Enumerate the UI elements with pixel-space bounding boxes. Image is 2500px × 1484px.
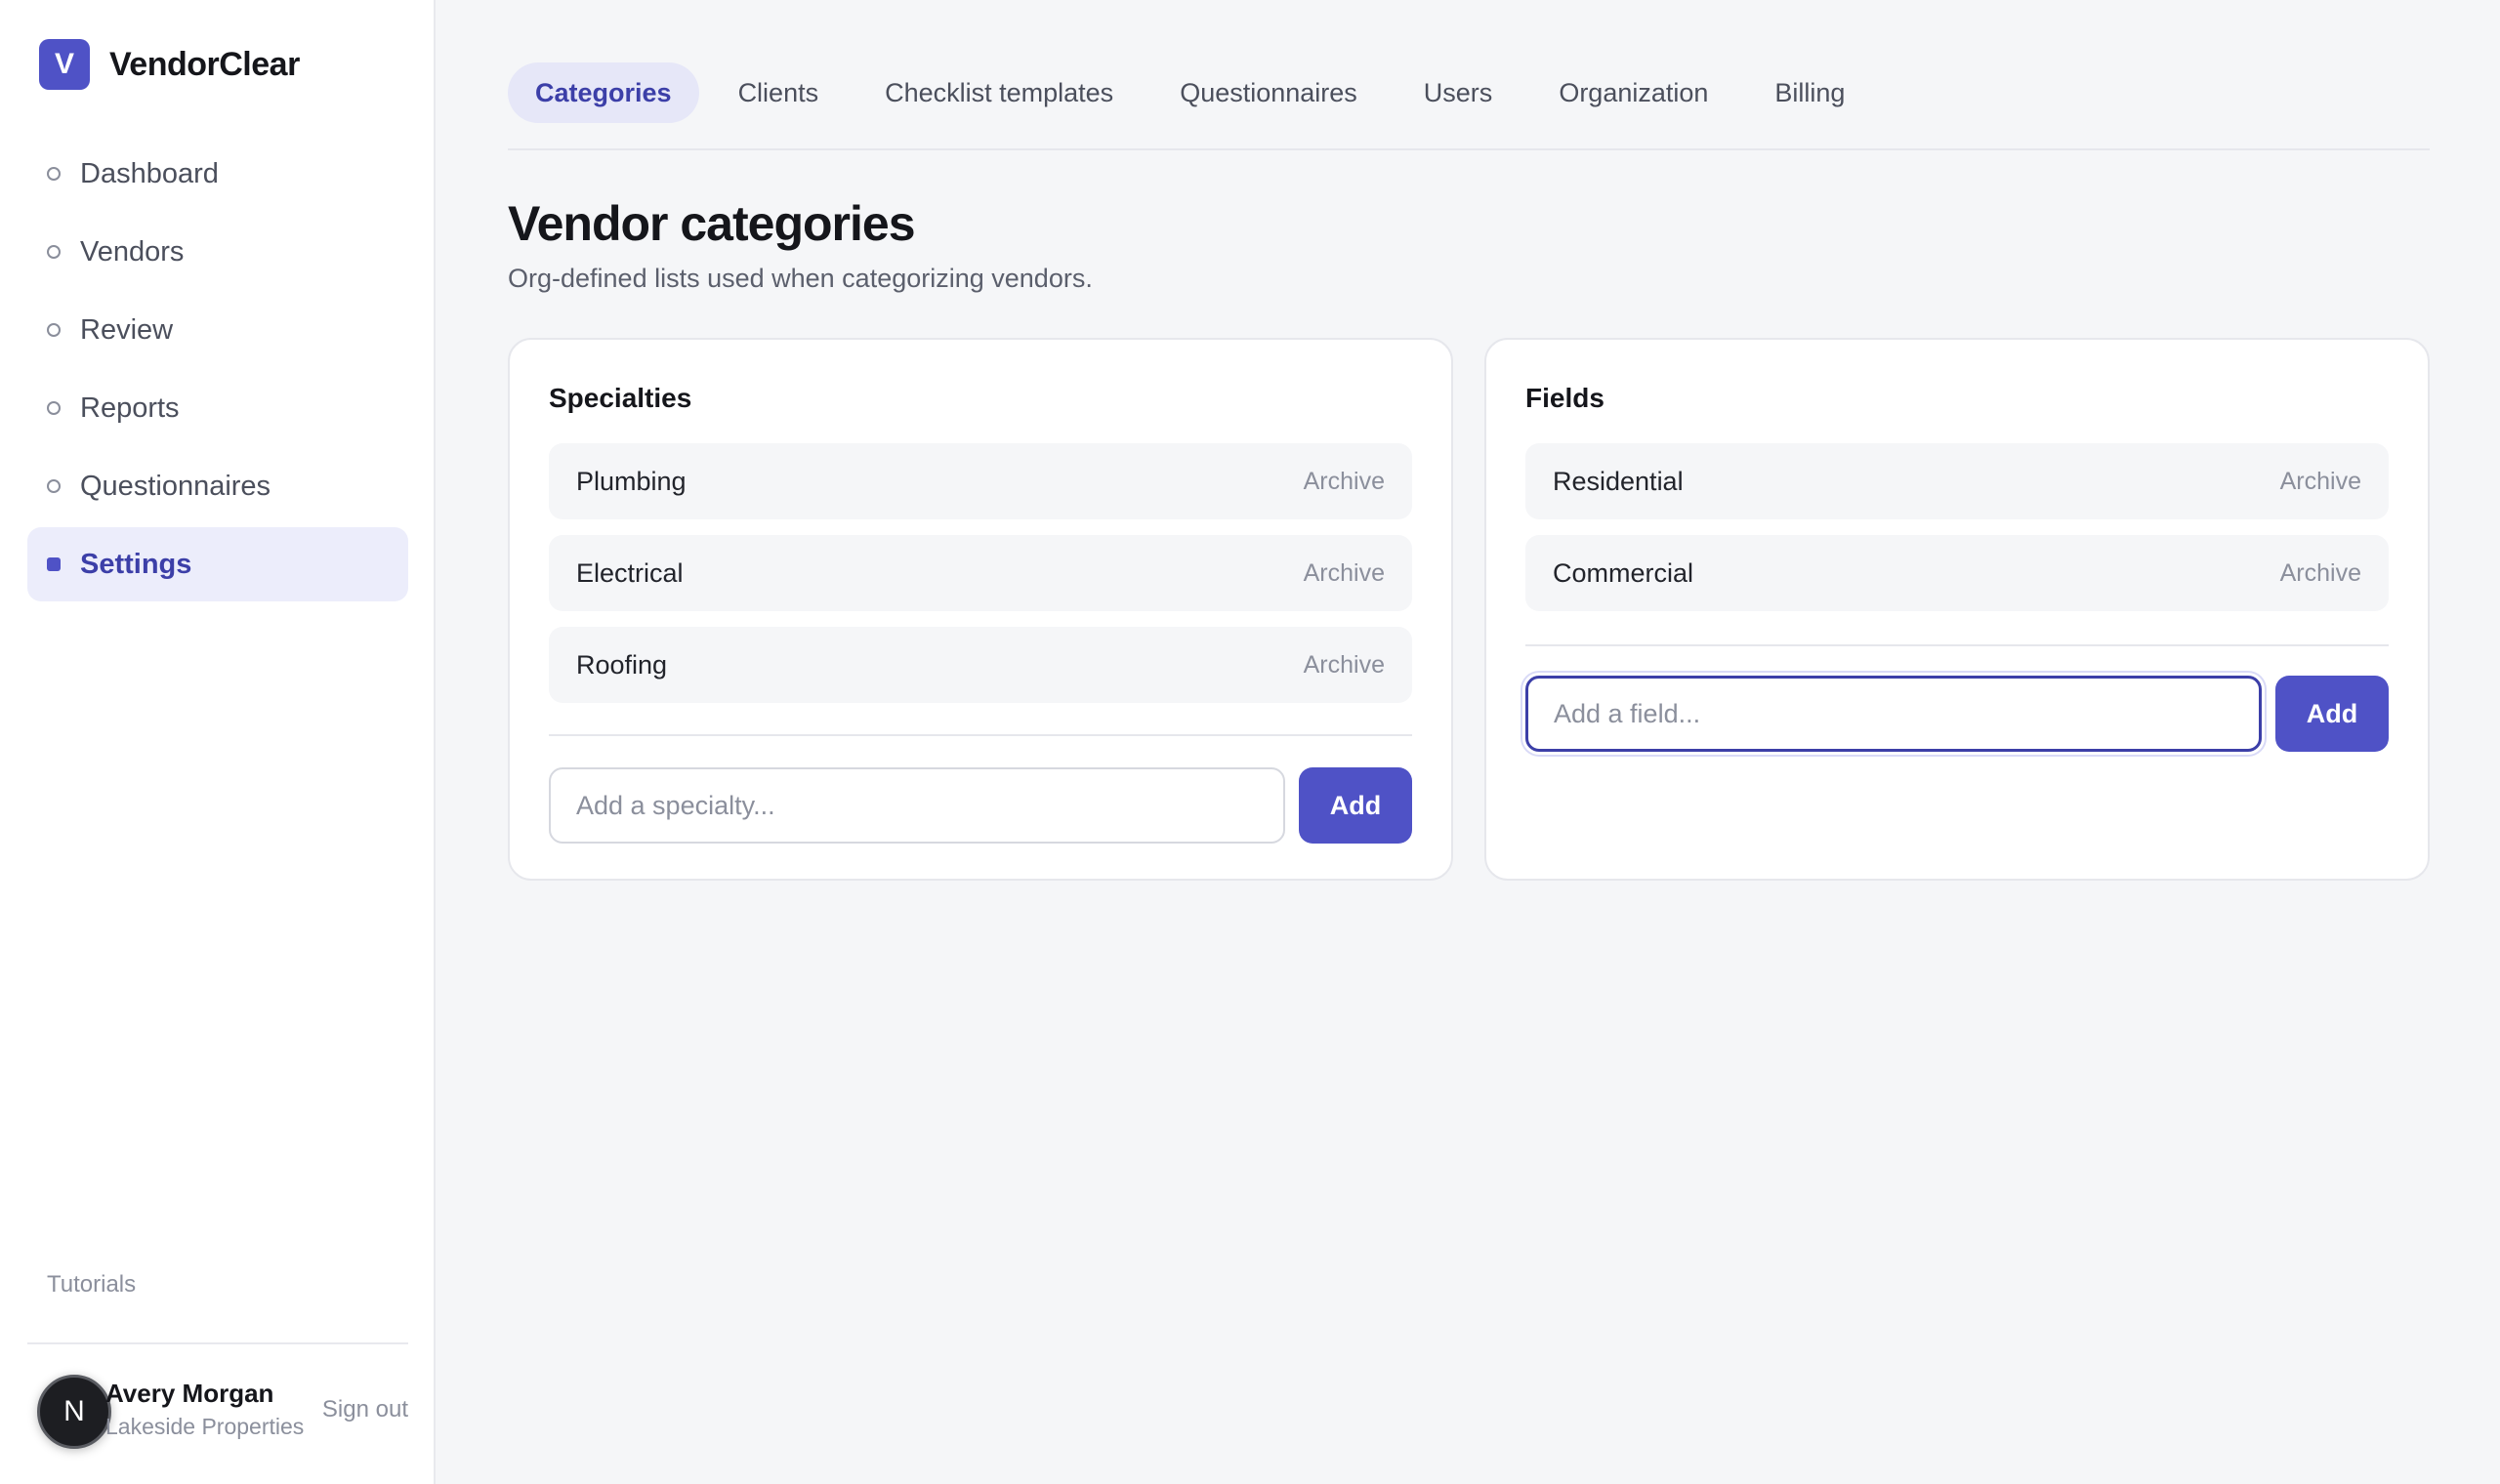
user-block: N Avery Morgan Lakeside Properties Sign … bbox=[27, 1367, 408, 1455]
card-divider bbox=[549, 734, 1412, 736]
add-field-button[interactable]: Add bbox=[2275, 676, 2389, 752]
fields-list: Residential Archive Commercial Archive bbox=[1525, 443, 2389, 627]
specialties-list: Plumbing Archive Electrical Archive Roof… bbox=[549, 443, 1412, 719]
user-name: Avery Morgan bbox=[105, 1379, 274, 1408]
list-item-label: Residential bbox=[1553, 466, 1684, 496]
list-item: Plumbing Archive bbox=[549, 443, 1412, 519]
settings-tabs: Categories Clients Checklist templates Q… bbox=[508, 62, 2430, 150]
user-org: Lakeside Properties bbox=[105, 1414, 305, 1439]
brand-logo: V bbox=[39, 39, 90, 90]
sidebar: V VendorClear Dashboard Vendors Review R… bbox=[0, 0, 436, 1484]
archive-button[interactable]: Archive bbox=[1304, 559, 1385, 588]
list-item-label: Commercial bbox=[1553, 557, 1694, 588]
sidebar-item-dashboard[interactable]: Dashboard bbox=[27, 137, 408, 211]
sidebar-item-label: Settings bbox=[80, 548, 192, 580]
tab-checklist-templates[interactable]: Checklist templates bbox=[857, 62, 1141, 123]
sign-out-button[interactable]: Sign out bbox=[322, 1396, 408, 1423]
tab-clients[interactable]: Clients bbox=[711, 62, 847, 123]
tab-organization[interactable]: Organization bbox=[1531, 62, 1735, 123]
sidebar-item-label: Dashboard bbox=[80, 157, 219, 189]
archive-button[interactable]: Archive bbox=[1304, 651, 1385, 680]
avatar[interactable]: N bbox=[37, 1375, 111, 1449]
page-title: Vendor categories bbox=[508, 196, 915, 251]
circle-icon bbox=[47, 167, 61, 181]
list-item-label: Roofing bbox=[576, 649, 668, 680]
specialties-card: Specialties Plumbing Archive Electrical … bbox=[508, 338, 1453, 881]
sidebar-item-settings[interactable]: Settings bbox=[27, 527, 408, 601]
tab-users[interactable]: Users bbox=[1396, 62, 1521, 123]
sidebar-item-label: Vendors bbox=[80, 235, 185, 268]
fields-title: Fields bbox=[1525, 383, 1604, 413]
card-divider bbox=[1525, 644, 2389, 646]
sidebar-item-reports[interactable]: Reports bbox=[27, 371, 408, 445]
list-item-label: Plumbing bbox=[576, 466, 687, 496]
tab-categories[interactable]: Categories bbox=[508, 62, 699, 123]
brand[interactable]: V VendorClear bbox=[39, 39, 300, 90]
fields-card: Fields Residential Archive Commercial Ar… bbox=[1484, 338, 2430, 881]
sidebar-item-vendors[interactable]: Vendors bbox=[27, 215, 408, 289]
sidebar-item-label: Questionnaires bbox=[80, 470, 271, 502]
tab-questionnaires[interactable]: Questionnaires bbox=[1152, 62, 1385, 123]
circle-icon bbox=[47, 479, 61, 493]
archive-button[interactable]: Archive bbox=[1304, 468, 1385, 496]
add-specialty-input[interactable] bbox=[549, 767, 1285, 844]
list-item-label: Electrical bbox=[576, 557, 684, 588]
sidebar-item-questionnaires[interactable]: Questionnaires bbox=[27, 449, 408, 523]
square-icon bbox=[47, 557, 61, 571]
sidebar-divider bbox=[27, 1342, 408, 1344]
list-item: Commercial Archive bbox=[1525, 535, 2389, 611]
list-item: Electrical Archive bbox=[549, 535, 1412, 611]
page-subtitle: Org-defined lists used when categorizing… bbox=[508, 264, 1093, 293]
sidebar-item-label: Review bbox=[80, 313, 174, 346]
circle-icon bbox=[47, 401, 61, 415]
brand-name: VendorClear bbox=[109, 45, 300, 83]
add-specialty-button[interactable]: Add bbox=[1299, 767, 1412, 844]
archive-button[interactable]: Archive bbox=[2280, 468, 2361, 496]
sidebar-item-review[interactable]: Review bbox=[27, 293, 408, 367]
specialties-title: Specialties bbox=[549, 383, 692, 413]
archive-button[interactable]: Archive bbox=[2280, 559, 2361, 588]
sidebar-nav: Dashboard Vendors Review Reports Questio… bbox=[27, 137, 408, 605]
tutorials-link[interactable]: Tutorials bbox=[47, 1271, 136, 1298]
circle-icon bbox=[47, 323, 61, 337]
list-item: Residential Archive bbox=[1525, 443, 2389, 519]
circle-icon bbox=[47, 245, 61, 259]
tab-billing[interactable]: Billing bbox=[1747, 62, 1872, 123]
list-item: Roofing Archive bbox=[549, 627, 1412, 703]
add-field-input[interactable] bbox=[1525, 676, 2262, 752]
sidebar-item-label: Reports bbox=[80, 392, 180, 424]
